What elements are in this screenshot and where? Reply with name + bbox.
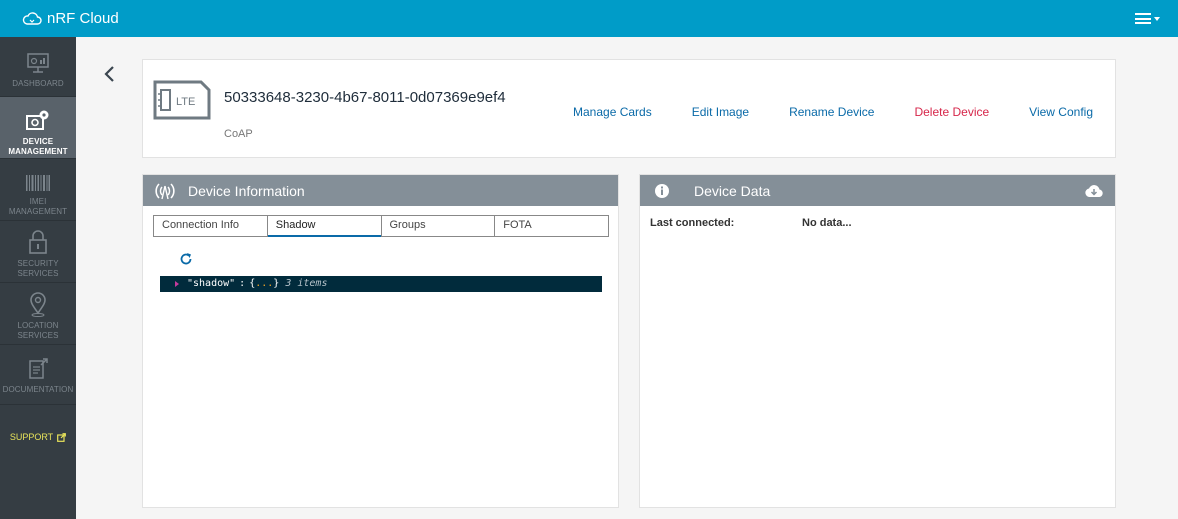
- device-id-title: 50333648-3230-4b67-8011-0d07369e9ef4: [224, 89, 506, 106]
- brand[interactable]: nRF Cloud: [22, 8, 119, 28]
- device-data-panel: Device Data Last connected: No data...: [639, 174, 1116, 508]
- json-key: "shadow": [187, 278, 236, 289]
- sidebar-item-device-management[interactable]: DEVICE MANAGEMENT: [0, 97, 76, 159]
- device-data-title: Device Data: [694, 182, 771, 199]
- lock-icon: [29, 230, 47, 254]
- sidebar-item-label: DOCUMENTATION: [2, 385, 74, 394]
- hamburger-menu-button[interactable]: [1135, 10, 1160, 27]
- signal-icon: [155, 182, 175, 199]
- view-config-button[interactable]: View Config: [1029, 105, 1093, 119]
- chevron-left-icon: [104, 66, 114, 82]
- last-connected-value: No data...: [802, 217, 852, 229]
- location-pin-icon: [30, 292, 46, 317]
- sidebar-item-security-services[interactable]: SECURITY SERVICES: [0, 221, 76, 283]
- sidebar-item-label: DEVICE MANAGEMENT: [8, 137, 68, 156]
- support-label: SUPPORT: [9, 432, 54, 442]
- sidebar-item-imei-management[interactable]: IMEI MANAGEMENT: [0, 159, 76, 221]
- sidebar: DASHBOARD DEVICE MANAGEMENT IMEI MANAGEM…: [0, 37, 76, 519]
- device-information-panel: Device Information Connection Info Shado…: [142, 174, 619, 508]
- app-title: nRF Cloud: [47, 9, 119, 27]
- back-button[interactable]: [102, 65, 118, 83]
- device-data-header: Device Data: [640, 175, 1115, 206]
- tab-connection-info[interactable]: Connection Info: [154, 216, 268, 236]
- sidebar-item-dashboard[interactable]: DASHBOARD: [0, 37, 76, 97]
- tab-fota[interactable]: FOTA: [495, 216, 608, 236]
- json-viewer-row[interactable]: "shadow" : { ... } 3 items: [160, 276, 602, 292]
- info-icon: [655, 183, 669, 198]
- barcode-icon: [26, 175, 50, 191]
- device-info-tabs: Connection Info Shadow Groups FOTA: [153, 215, 609, 237]
- sidebar-item-label: DASHBOARD: [12, 79, 64, 88]
- last-connected-label: Last connected:: [650, 217, 735, 229]
- device-header-card: LTE 50333648-3230-4b67-8011-0d07369e9ef4…: [142, 59, 1116, 158]
- json-colon: :: [239, 278, 246, 289]
- last-connected-row: Last connected: No data...: [650, 217, 852, 229]
- cloud-logo-icon: [22, 11, 42, 25]
- device-information-title: Device Information: [188, 182, 305, 199]
- caret-down-icon: [1154, 16, 1160, 21]
- delete-device-button[interactable]: Delete Device: [914, 105, 989, 119]
- external-link-icon: [57, 432, 67, 442]
- device-gear-icon: [26, 110, 49, 130]
- refresh-icon: [180, 253, 192, 265]
- lte-badge-text: LTE: [176, 96, 195, 108]
- manage-cards-button[interactable]: Manage Cards: [573, 105, 652, 119]
- json-ellipsis: ...: [255, 278, 274, 289]
- device-information-header: Device Information: [143, 175, 618, 206]
- top-bar: nRF Cloud: [0, 0, 1178, 37]
- json-close-brace: }: [273, 278, 280, 289]
- tab-groups[interactable]: Groups: [382, 216, 496, 236]
- dashboard-icon: [27, 53, 49, 73]
- tab-shadow[interactable]: Shadow: [267, 216, 382, 237]
- device-protocol: CoAP: [224, 128, 253, 140]
- sidebar-item-documentation[interactable]: DOCUMENTATION: [0, 345, 76, 405]
- cloud-download-icon: [1085, 185, 1103, 197]
- refresh-button[interactable]: [179, 252, 193, 271]
- lte-device-icon: LTE: [153, 80, 211, 125]
- document-icon: [29, 358, 48, 379]
- support-link[interactable]: SUPPORT: [0, 427, 76, 447]
- expand-triangle-icon[interactable]: [175, 281, 179, 287]
- sidebar-item-label: IMEI MANAGEMENT: [8, 197, 68, 216]
- hamburger-icon: [1135, 13, 1151, 24]
- sidebar-item-location-services[interactable]: LOCATION SERVICES: [0, 283, 76, 345]
- json-item-count: 3 items: [285, 278, 328, 289]
- edit-image-button[interactable]: Edit Image: [692, 105, 749, 119]
- cloud-download-button[interactable]: [1084, 183, 1104, 201]
- sidebar-item-label: SECURITY SERVICES: [17, 259, 59, 278]
- rename-device-button[interactable]: Rename Device: [789, 105, 874, 119]
- sidebar-item-label: LOCATION SERVICES: [17, 321, 59, 340]
- device-actions: Manage Cards Edit Image Rename Device De…: [533, 105, 1093, 119]
